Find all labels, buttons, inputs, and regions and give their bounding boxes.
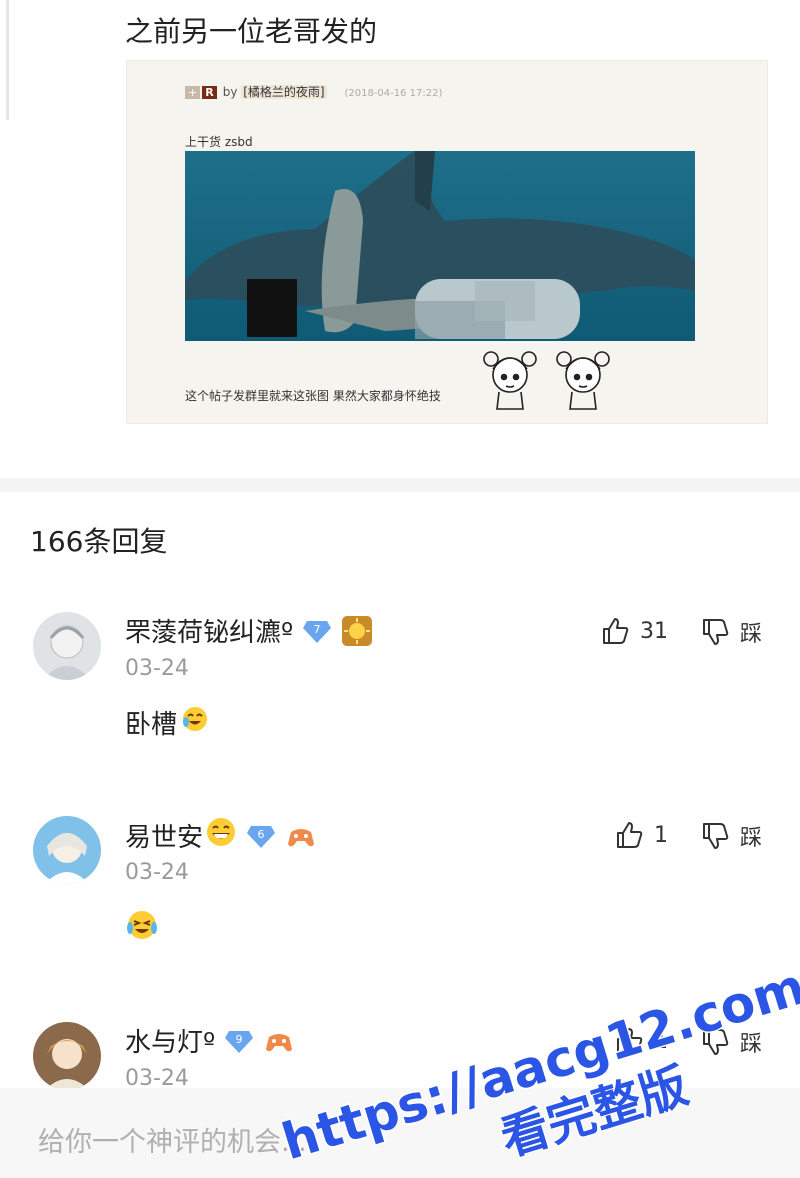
dislike-label: 踩 — [740, 1032, 763, 1057]
dislike-button[interactable]: 踩 — [700, 820, 762, 852]
comment-date: 03-24 — [125, 1066, 189, 1088]
comment-text: 卧槽 — [125, 710, 178, 740]
like-button[interactable]: 1 — [614, 820, 668, 850]
post-text: 之前另一位老哥发的 — [125, 15, 378, 48]
scroll-indicator — [6, 0, 9, 120]
thumbs-up-icon — [617, 822, 643, 848]
level-number: 9 — [236, 1033, 243, 1046]
thumbs-down-icon — [703, 619, 729, 645]
level-number: 6 — [258, 828, 265, 841]
level-badge: 6 — [247, 824, 276, 848]
quote-time: (2018-04-16 17:22) — [344, 88, 443, 99]
comment-body: 卧槽 — [125, 704, 209, 741]
username[interactable]: 易世安 — [125, 817, 203, 854]
like-button[interactable]: 1 — [614, 1026, 668, 1056]
quote-by: by — [222, 85, 238, 99]
quoted-screenshot[interactable]: + Rby [橘格兰的夜雨] (2018-04-16 17:22) 上干货 zsb… — [126, 60, 768, 424]
laughing-cry-emoji-icon — [125, 908, 159, 949]
username-row: 易世安 6 — [125, 816, 317, 855]
quote-caption: 这个帖子发群里就来这张图 果然大家都身怀绝技 — [185, 389, 441, 403]
thumbs-up-icon — [617, 1028, 643, 1054]
thumbs-up-icon — [603, 618, 629, 644]
username-row: 罘蔆荷铋纠瀌º 7 — [125, 612, 373, 649]
dislike-button[interactable]: 踩 — [700, 616, 762, 648]
comment-item: 罘蔆荷铋纠瀌º 7 03-24 卧槽 31 踩 — [0, 612, 800, 792]
comment-item: 水与灯º 9 03-24 1 踩 — [0, 1022, 800, 1088]
grinning-emoji-icon — [205, 816, 237, 855]
level-number: 7 — [314, 623, 321, 636]
avatar[interactable] — [33, 612, 101, 680]
thumbs-down-icon — [703, 823, 729, 849]
chibi-stickers — [475, 341, 635, 413]
like-count: 31 — [640, 618, 668, 644]
like-button[interactable]: 31 — [600, 616, 668, 646]
quote-header: + Rby [橘格兰的夜雨] (2018-04-16 17:22) — [185, 83, 442, 100]
level-badge: 7 — [303, 619, 332, 643]
dolphin-image — [185, 151, 695, 341]
comment-body — [125, 908, 159, 949]
comment-date: 03-24 — [125, 656, 189, 681]
crying-laugh-emoji-icon — [181, 705, 209, 740]
game-badge-icon — [285, 820, 317, 852]
level-badge: 9 — [225, 1029, 254, 1053]
quote-r-badge: R — [202, 86, 217, 99]
quote-tag: + — [185, 86, 201, 99]
dislike-label: 踩 — [740, 826, 763, 851]
comment-item: 易世安 6 03-24 1 踩 — [0, 816, 800, 996]
section-divider — [0, 478, 800, 492]
reply-count: 166条回复 — [30, 525, 168, 558]
dislike-button[interactable]: 踩 — [700, 1026, 762, 1058]
avatar[interactable] — [33, 1022, 101, 1088]
username[interactable]: 罘蔆荷铋纠瀌º — [125, 612, 293, 649]
game-badge-icon — [263, 1025, 295, 1057]
comment-date: 03-24 — [125, 860, 189, 885]
sun-badge-icon — [341, 615, 373, 647]
username[interactable]: 水与灯º — [125, 1022, 215, 1059]
comment-input-placeholder[interactable]: 给你一个神评的机会... — [38, 1120, 307, 1159]
thumbs-down-icon — [703, 1029, 729, 1055]
like-count: 1 — [654, 1028, 668, 1054]
dislike-label: 踩 — [740, 622, 763, 647]
quote-author: [橘格兰的夜雨] — [241, 85, 327, 99]
quote-line: 上干货 zsbd — [185, 135, 253, 149]
username-row: 水与灯º 9 — [125, 1022, 295, 1059]
like-count: 1 — [654, 822, 668, 848]
avatar[interactable] — [33, 816, 101, 884]
